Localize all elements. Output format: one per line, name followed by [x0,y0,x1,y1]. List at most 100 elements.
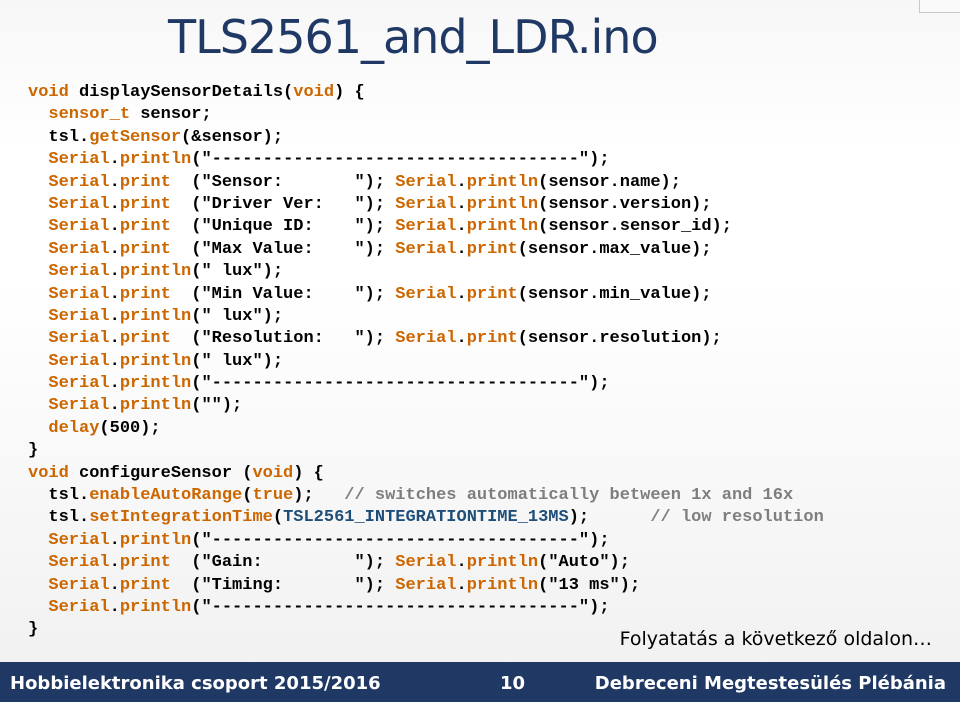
code-token: getSensor [89,127,182,147]
code-token: ("Timing: "); [170,575,396,595]
code-token: print [119,172,171,192]
code-line: Serial.println(""); [28,395,824,417]
code-token: true [252,486,294,506]
code-token: . [456,217,467,237]
code-line: tsl.setIntegrationTime(TSL2561_INTEGRATI… [28,507,823,529]
code-token: ("------------------------------------")… [191,374,610,394]
code-token: (sensor.sensor_id); [538,217,732,237]
code-token: (sensor.resolution); [517,329,722,349]
code-token: Serial [395,217,457,237]
code-token: print [119,194,171,214]
code-line: void configureSensor (void) { [28,463,824,485]
code-token: ("Sensor: "); [170,172,396,192]
code-line: Serial.print ("Min Value: "); Serial.pri… [28,284,824,306]
code-token: TSL2561_INTEGRATIONTIME_13MS [283,508,569,528]
code-token: displaySensorDetails( [68,83,294,102]
code-line: Serial.print ("Max Value: "); Serial.pri… [28,239,824,261]
code-token: println [119,374,192,394]
code-token: println [119,150,192,170]
code-token: . [109,262,120,282]
code-token: Serial [48,172,110,192]
code-token: . [109,217,120,237]
code-token: (" lux"); [191,262,284,282]
code-token: . [109,575,120,595]
code-token: (" lux"); [191,306,284,326]
footer-bar: Hobbielektronika csoport 2015/2016 10 De… [0,662,960,702]
code-token: delay [48,418,100,438]
code-token: . [109,396,120,416]
code-token: . [456,194,467,214]
code-token: void [28,83,69,102]
code-token: (500); [99,418,161,438]
code-token: print [119,284,171,304]
code-token: Serial [395,194,457,214]
code-token: println [466,575,539,595]
code-token: Serial [48,575,110,595]
code-line: Serial.print ("Driver Ver: "); Serial.pr… [28,194,824,216]
code-token: . [109,172,120,192]
code-token: tsl. [28,508,90,528]
code-token: ) { [293,463,324,483]
code-token: . [109,150,120,170]
code-token: print [466,284,518,304]
code-line: Serial.println("------------------------… [28,373,824,395]
code-token: Serial [395,553,457,573]
code-token: ("------------------------------------")… [191,530,610,550]
code-token: print [466,239,518,259]
code-token: println [466,553,539,573]
code-token: . [456,284,467,304]
code-token: Serial [48,374,110,394]
code-token: . [109,597,120,617]
code-line: Serial.print ("Gain: "); Serial.println(… [28,552,824,574]
code-line: Serial.println(" lux"); [28,261,824,283]
code-line: Serial.println("------------------------… [28,149,824,171]
code-listing: void displaySensorDetails(void) { sensor… [28,82,824,642]
code-token: ("13 ms"); [538,575,641,595]
code-token: (""); [191,396,243,416]
code-token: ("Auto"); [538,553,630,573]
code-token: Serial [48,239,110,259]
code-token: Serial [48,553,110,573]
code-token: . [109,329,120,349]
code-token: . [456,553,467,573]
code-token: print [119,553,171,573]
code-token: } [28,441,39,461]
code-token: (sensor.min_value); [517,284,712,304]
code-token: Serial [395,239,457,259]
code-line: Serial.print ("Resolution: "); Serial.pr… [28,328,824,350]
code-token: print [119,217,171,237]
code-token: print [119,329,171,349]
code-token: ); [568,508,651,528]
slide: TLS2561_and_LDR.ino void displaySensorDe… [0,0,960,702]
code-token: println [466,217,539,237]
code-token: (sensor.max_value); [517,239,712,259]
code-token: Serial [48,597,110,617]
code-token: . [456,172,467,192]
code-token: println [119,396,192,416]
code-token: sensor_t [48,105,131,125]
code-token: setIntegrationTime [89,508,273,528]
code-token: Serial [48,329,110,349]
code-token: . [456,239,467,259]
code-token: tsl. [28,127,90,147]
code-token: Serial [48,150,110,170]
code-token: print [119,575,171,595]
corner-decoration [919,0,960,13]
code-token: println [119,262,192,282]
code-token: . [109,239,120,259]
code-token: Serial [48,306,110,326]
code-token: Serial [48,217,110,237]
code-line: sensor_t sensor; [28,104,824,126]
code-token: . [109,553,120,573]
code-token: Serial [395,172,457,192]
code-token: Serial [48,396,110,416]
